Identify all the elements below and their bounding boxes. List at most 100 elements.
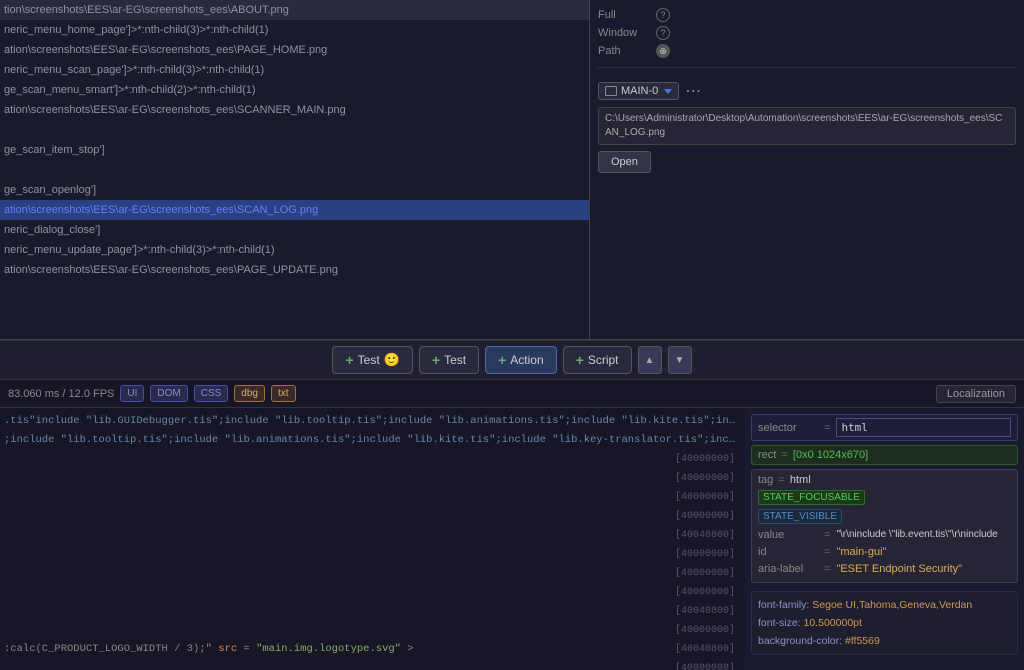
list-item[interactable]: ation\screenshots\EES\ar-EG\screenshots_… [0, 260, 589, 280]
line-num: [40000000] [661, 489, 741, 506]
separator [598, 67, 1016, 68]
line-num: [40040800] [661, 527, 741, 544]
action-button[interactable]: + Action [485, 346, 557, 374]
plus-icon-3: + [498, 352, 506, 368]
up-arrow-button[interactable]: ▲ [638, 346, 662, 374]
code-line: [40000000] [0, 469, 745, 488]
test-button-2[interactable]: + Test [419, 346, 479, 374]
code-line: [40040800] [0, 526, 745, 545]
test-button-1[interactable]: + Test 🙂 [332, 346, 412, 374]
code-text: .tis"include "lib.GUIDebugger.tis";inclu… [4, 413, 741, 430]
value-row: value = "\r\ninclude \"lib.event.tis\"\r… [758, 527, 1011, 544]
font-size-row: font-size: 10.500000pt [758, 614, 1011, 632]
code-line: [40000000] [0, 583, 745, 602]
dom-button[interactable]: DOM [150, 385, 187, 402]
line-num: [40040800] [661, 641, 741, 658]
top-right-options: Full ? Window ? Path ⊕ [598, 8, 1016, 58]
code-line: [40000000] [0, 488, 745, 507]
aria-val: "ESET Endpoint Security" [836, 563, 962, 575]
window-help-icon[interactable]: ? [656, 26, 670, 40]
bg-color-val: #ff5569 [845, 635, 880, 647]
action-label: Action [510, 353, 543, 367]
list-item[interactable] [0, 160, 589, 180]
line-num: [40040800] [661, 603, 741, 620]
ui-button[interactable]: UI [120, 385, 144, 402]
list-item[interactable]: neric_dialog_close'] [0, 220, 589, 240]
down-arrow-icon: ▼ [675, 355, 685, 366]
txt-button[interactable]: txt [271, 385, 296, 402]
font-family-row: font-family: Segoe UI,Tahoma,Geneva,Verd… [758, 596, 1011, 614]
full-help-icon[interactable]: ? [656, 8, 670, 22]
path-display: C:\Users\Administrator\Desktop\Automatio… [598, 107, 1016, 145]
left-panel: tion\screenshots\EES\ar-EG\screenshots_e… [0, 0, 590, 339]
list-item-selected[interactable]: ation\screenshots\EES\ar-EG\screenshots_… [0, 200, 589, 220]
line-num: [40000000] [661, 584, 741, 601]
full-row: Full ? [598, 8, 1016, 22]
top-section: tion\screenshots\EES\ar-EG\screenshots_e… [0, 0, 1024, 340]
css-button[interactable]: CSS [194, 385, 229, 402]
list-item[interactable] [0, 120, 589, 140]
selector-input[interactable] [836, 418, 1011, 437]
status-bar: 83.060 ms / 12.0 FPS UI DOM CSS dbg txt … [0, 380, 1024, 408]
line-num: [40000000] [661, 546, 741, 563]
open-button[interactable]: Open [598, 151, 651, 173]
code-line: [40000000] [0, 564, 745, 583]
window-label: Window [598, 27, 648, 39]
down-arrow-button[interactable]: ▼ [668, 346, 692, 374]
bottom-section: .tis"include "lib.GUIDebugger.tis";inclu… [0, 408, 1024, 670]
list-item[interactable]: ge_scan_item_stop'] [0, 140, 589, 160]
list-item[interactable]: neric_menu_home_page']>*:nth-child(3)>*:… [0, 20, 589, 40]
list-item[interactable]: ation\screenshots\EES\ar-EG\screenshots_… [0, 100, 589, 120]
selector-row: selector = [751, 414, 1018, 441]
path-label: Path [598, 45, 648, 57]
line-num: [40000000] [661, 622, 741, 639]
toolbar: + Test 🙂 + Test + Action + Script ▲ ▼ [0, 340, 1024, 380]
dbg-button[interactable]: dbg [234, 385, 265, 402]
timing-text: 83.060 ms / 12.0 FPS [8, 388, 114, 400]
code-line: [40000000] [0, 507, 745, 526]
code-editor: .tis"include "lib.GUIDebugger.tis";inclu… [0, 408, 745, 670]
line-num: [40000000] [661, 470, 741, 487]
script-button[interactable]: + Script [563, 346, 632, 374]
full-label: Full [598, 9, 648, 21]
main-box-text: MAIN-0 [621, 85, 658, 97]
plus-icon-2: + [432, 352, 440, 368]
code-editor-content[interactable]: .tis"include "lib.GUIDebugger.tis";inclu… [0, 408, 745, 670]
code-list[interactable]: tion\screenshots\EES\ar-EG\screenshots_e… [0, 0, 589, 339]
tag-section: tag = html STATE_FOCUSABLE STATE_VISIBLE… [751, 469, 1018, 583]
rect-key: rect [758, 449, 776, 461]
line-num: [40000000] [661, 660, 741, 670]
id-eq: = [824, 546, 830, 558]
more-options-icon[interactable]: ⋯ [685, 81, 701, 101]
test-label-1: Test [358, 353, 380, 367]
window-row: Window ? [598, 26, 1016, 40]
line-num: [40000000] [661, 565, 741, 582]
state-focusable-badge: STATE_FOCUSABLE [758, 490, 865, 505]
list-item[interactable]: neric_menu_update_page']>*:nth-child(3)>… [0, 240, 589, 260]
localization-button[interactable]: Localization [936, 385, 1016, 403]
selector-key: selector [758, 422, 818, 434]
path-row: Path ⊕ [598, 44, 1016, 58]
code-line: [40040800] [0, 602, 745, 621]
line-num: [40000000] [661, 451, 741, 468]
list-item[interactable]: neric_menu_scan_page']>*:nth-child(3)>*:… [0, 60, 589, 80]
value-val: "\r\ninclude \"lib.event.tis\"\r\ninclud… [836, 529, 997, 540]
list-item[interactable]: ge_scan_menu_smart']>*:nth-child(2)>*:nt… [0, 80, 589, 100]
code-line: [40000000] [0, 621, 745, 640]
line-num: [40000000] [661, 508, 741, 525]
smiley-icon: 🙂 [384, 352, 400, 368]
right-panel: Full ? Window ? Path ⊕ MAIN-0 ⋯ C:\Users… [590, 0, 1024, 339]
list-item[interactable]: ge_scan_openlog'] [0, 180, 589, 200]
code-text: ;include "lib.tooltip.tis";include "lib.… [4, 432, 741, 449]
state-visible-badge: STATE_VISIBLE [758, 509, 842, 524]
code-line: ;include "lib.tooltip.tis";include "lib.… [0, 431, 745, 450]
rect-row: rect = [0x0 1024x670] [751, 445, 1018, 465]
list-item[interactable]: ation\screenshots\EES\ar-EG\screenshots_… [0, 40, 589, 60]
id-key: id [758, 546, 818, 558]
rect-eq: = [781, 449, 787, 461]
main-box-label[interactable]: MAIN-0 [598, 82, 679, 100]
font-size-key: font-size: [758, 617, 801, 629]
code-line: .tis"include "lib.GUIDebugger.tis";inclu… [0, 412, 745, 431]
path-icon[interactable]: ⊕ [656, 44, 670, 58]
list-item[interactable]: tion\screenshots\EES\ar-EG\screenshots_e… [0, 0, 589, 20]
